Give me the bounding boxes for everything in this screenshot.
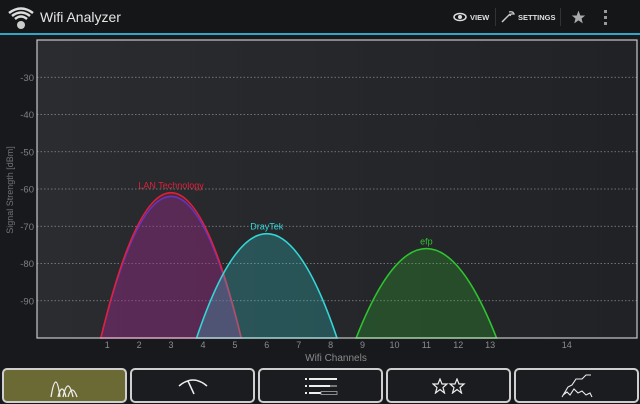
x-tick-label: 3 [169,340,174,350]
settings-button[interactable]: SETTINGS [501,8,556,26]
x-tick-label: 1 [105,340,110,350]
x-tick-label: 2 [137,340,142,350]
eye-icon [453,12,467,22]
x-axis-label: Wifi Channels [305,353,367,364]
x-tick-label: 7 [296,340,301,350]
tab-ap-list[interactable] [258,368,383,403]
network-label: efp [420,237,433,247]
y-tick-label: -50 [20,147,34,158]
stars-icon [432,378,466,394]
x-tick-label: 12 [453,340,463,350]
x-tick-label: 10 [389,340,399,350]
y-tick-label: -40 [20,110,34,121]
bottom-tab-bar [0,367,640,403]
signal-meter-icon [176,374,210,398]
view-label: VIEW [470,13,489,22]
settings-label: SETTINGS [518,13,556,22]
channel-graph-chart: LAN Technology DrayTek efp -30 -40 -50 -60 -70… [0,35,640,365]
tab-time-graph[interactable] [514,368,639,403]
x-tick-label: 8 [328,340,333,350]
x-tick-label: 11 [422,340,431,350]
network-label: DrayTek [250,222,284,232]
wrench-icon [501,11,515,23]
x-tick-label: 9 [360,340,365,350]
tab-channel-graph[interactable] [2,368,127,403]
star-icon[interactable] [571,10,586,24]
y-tick-label: -60 [20,185,34,196]
app-title: Wifi Analyzer [40,9,121,25]
x-tick-label: 13 [485,340,495,350]
network-label: LAN Technology [138,181,204,191]
y-axis-label: Signal Strength [dBm] [5,146,15,234]
x-tick-label: 6 [264,340,269,350]
tab-channel-stars[interactable] [386,368,511,403]
action-bar: Wifi Analyzer VIEW SETTINGS [0,0,640,35]
list-icon [304,376,338,396]
overflow-menu-icon[interactable] [603,9,609,27]
x-tick-label: 4 [200,340,205,350]
tab-channel-rating[interactable] [130,368,255,403]
y-tick-label: -80 [20,259,34,270]
wifi-app-icon[interactable] [6,4,36,30]
divider [495,8,496,26]
y-tick-label: -70 [20,222,34,233]
time-graph-icon [560,373,594,399]
y-tick-label: -30 [20,73,34,84]
view-button[interactable]: VIEW [453,8,489,26]
y-tick-label: -90 [20,296,34,307]
x-tick-label: 5 [232,340,237,350]
channel-graph-icon [48,373,82,399]
divider [560,8,561,26]
x-tick-label: 14 [562,340,572,350]
